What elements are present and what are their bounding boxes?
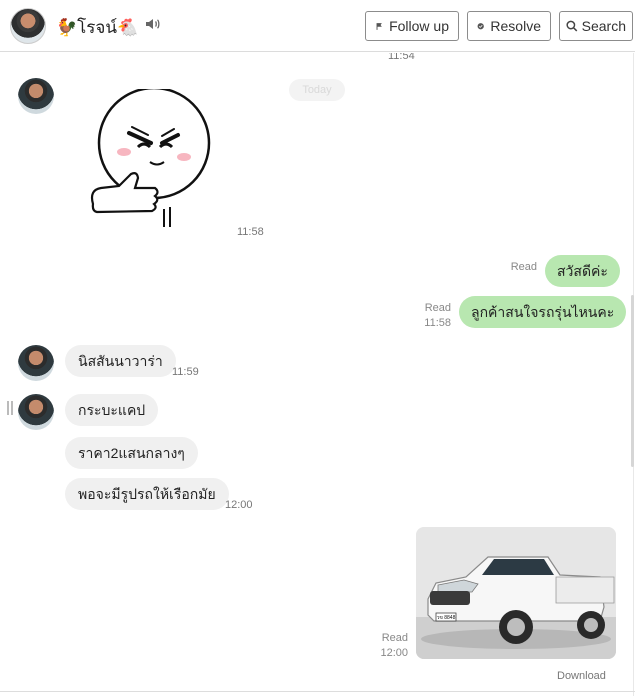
- incoming-message[interactable]: ราคา2แสนกลางๆ: [65, 437, 198, 469]
- license-plate: วข 8848: [437, 615, 456, 621]
- message-time: 11:58: [237, 226, 264, 238]
- scrollbar[interactable]: [631, 295, 634, 467]
- incoming-message[interactable]: นิสสันนาวาร่า: [65, 345, 176, 377]
- read-receipt: Read: [510, 261, 537, 273]
- read-status: Read: [381, 632, 408, 644]
- incoming-message[interactable]: กระบะแคป: [65, 394, 159, 426]
- message-time: 12:00: [380, 647, 408, 659]
- outgoing-message[interactable]: ลูกค้าสนใจรถรุ่นไหนคะ: [459, 296, 627, 328]
- sender-avatar[interactable]: [18, 78, 54, 114]
- date-divider: Today: [289, 79, 345, 101]
- chat-header: 🐓โรจน์🐔 Follow up Resolve Search: [0, 0, 635, 52]
- read-receipt: Read 12:00: [376, 631, 408, 661]
- message-time: 12:00: [225, 499, 253, 511]
- outgoing-message[interactable]: สวัสดีค่ะ: [545, 255, 620, 287]
- read-receipt: Read 11:58: [418, 301, 451, 331]
- sender-avatar[interactable]: [18, 345, 54, 381]
- speaker-icon[interactable]: [145, 16, 161, 32]
- follow-up-label: Follow up: [389, 18, 449, 34]
- message-time: 11:59: [172, 366, 199, 378]
- message-time: 11:54: [388, 53, 415, 62]
- photo-message[interactable]: วข 8848: [416, 527, 616, 659]
- download-link[interactable]: Download: [557, 670, 606, 682]
- contact-name[interactable]: 🐓โรจน์🐔: [56, 14, 138, 41]
- message-time: 11:58: [424, 317, 451, 329]
- sender-avatar[interactable]: [18, 394, 54, 430]
- contact-avatar[interactable]: [10, 8, 46, 44]
- resolve-button[interactable]: Resolve: [467, 11, 551, 41]
- composer-divider: [0, 691, 635, 692]
- flag-icon: [376, 22, 382, 30]
- read-status: Read: [424, 302, 451, 314]
- sticker-image[interactable]: [86, 89, 216, 229]
- pickup-truck-photo: วข 8848: [416, 527, 616, 659]
- incoming-message[interactable]: พอจะมีรูปรถให้เรือกมัย: [65, 478, 229, 510]
- chat-messages[interactable]: 11:54 Today 11:58 Read สวัสดีค่ะ Read 11…: [0, 53, 635, 696]
- drag-handle[interactable]: [7, 401, 13, 415]
- search-label: Search: [581, 18, 626, 34]
- search-icon: [566, 20, 578, 32]
- resolve-label: Resolve: [490, 18, 541, 34]
- check-bubble-icon: [477, 22, 484, 29]
- follow-up-button[interactable]: Follow up: [365, 11, 459, 41]
- search-button[interactable]: Search: [559, 11, 633, 41]
